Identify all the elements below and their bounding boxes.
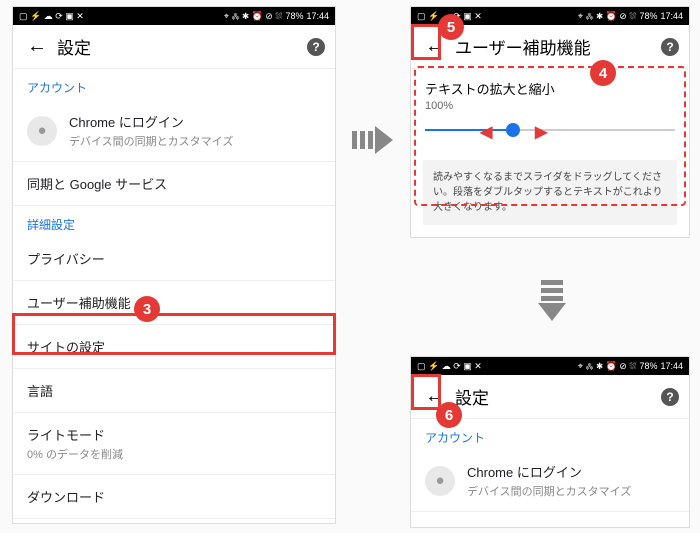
- settings-screen-left: ▢ ⚡ ☁ ⟳ ▣ ✕ ⌖ ⁂ ✱ ⏰ ⊘ ⛆78%17:44 ← 設定 ? ア…: [12, 6, 336, 524]
- login-sub: デバイス間の同期とカスタマイズ: [69, 133, 233, 149]
- row-sync[interactable]: 同期と Google サービス: [411, 512, 689, 528]
- row-login[interactable]: ● Chrome にログイン デバイス間の同期とカスタマイズ: [411, 450, 689, 512]
- example-text: 読みやすくなるまでスライダをドラッグしてください。段落をダブルタップするとテキス…: [423, 160, 677, 225]
- page-title: 設定: [455, 384, 661, 409]
- login-sub: デバイス間の同期とカスタマイズ: [467, 483, 631, 499]
- slider-thumb[interactable]: [506, 123, 520, 137]
- callout-6: 6: [436, 402, 462, 428]
- avatar-icon: ●: [425, 466, 455, 496]
- arrow-right-icon: [352, 126, 393, 154]
- accessibility-screen: ▢ ⚡ ☁ ⟳ ▣ ✕ ⌖ ⁂ ✱ ⏰ ⊘ ⛆78%17:44 ← ユーザー補助…: [410, 6, 690, 238]
- status-bar: ▢ ⚡ ☁ ⟳ ▣ ✕ ⌖ ⁂ ✱ ⏰ ⊘ ⛆78%17:44: [13, 7, 335, 25]
- arrow-right-hint-icon: ▶: [535, 122, 547, 142]
- arrow-left-hint-icon: ◀: [480, 122, 492, 142]
- row-about[interactable]: Chrome について: [13, 519, 335, 524]
- page-title: ユーザー補助機能: [455, 34, 661, 59]
- callout-3: 3: [134, 296, 160, 322]
- row-login[interactable]: ● Chrome にログイン デバイス間の同期とカスタマイズ: [13, 100, 335, 162]
- avatar-icon: ●: [27, 116, 57, 146]
- arrow-down-icon: [538, 280, 566, 321]
- row-site-settings[interactable]: サイトの設定: [13, 325, 335, 369]
- page-title: 設定: [57, 34, 307, 59]
- help-icon[interactable]: ?: [307, 38, 325, 56]
- back-icon[interactable]: ←: [23, 33, 51, 61]
- section-advanced: 詳細設定: [13, 206, 335, 237]
- help-icon[interactable]: ?: [661, 38, 679, 56]
- section-account: アカウント: [13, 69, 335, 100]
- settings-screen-return: ▢ ⚡ ☁ ⟳ ▣ ✕ ⌖ ⁂ ✱ ⏰ ⊘ ⛆78%17:44 ← 設定 ? ア…: [410, 356, 690, 528]
- row-accessibility[interactable]: ユーザー補助機能: [13, 281, 335, 325]
- row-privacy[interactable]: プライバシー: [13, 237, 335, 281]
- row-download[interactable]: ダウンロード: [13, 475, 335, 519]
- text-scale-slider[interactable]: ◀ ▶: [425, 120, 675, 140]
- callout-4: 4: [590, 60, 616, 86]
- text-scale-label: テキストの拡大と縮小: [425, 79, 675, 98]
- callout-5: 5: [438, 14, 464, 40]
- text-scale-value: 100%: [425, 100, 675, 112]
- login-title: Chrome にログイン: [69, 112, 233, 131]
- app-bar: ← 設定 ?: [13, 25, 335, 69]
- login-title: Chrome にログイン: [467, 462, 631, 481]
- row-language[interactable]: 言語: [13, 369, 335, 413]
- row-sync[interactable]: 同期と Google サービス: [13, 162, 335, 206]
- status-bar: ▢ ⚡ ☁ ⟳ ▣ ✕ ⌖ ⁂ ✱ ⏰ ⊘ ⛆78%17:44: [411, 357, 689, 375]
- text-scale-section: テキストの拡大と縮小 100% ◀ ▶: [411, 69, 689, 154]
- row-lite-mode[interactable]: ライトモード 0% のデータを削減: [13, 413, 335, 475]
- help-icon[interactable]: ?: [661, 388, 679, 406]
